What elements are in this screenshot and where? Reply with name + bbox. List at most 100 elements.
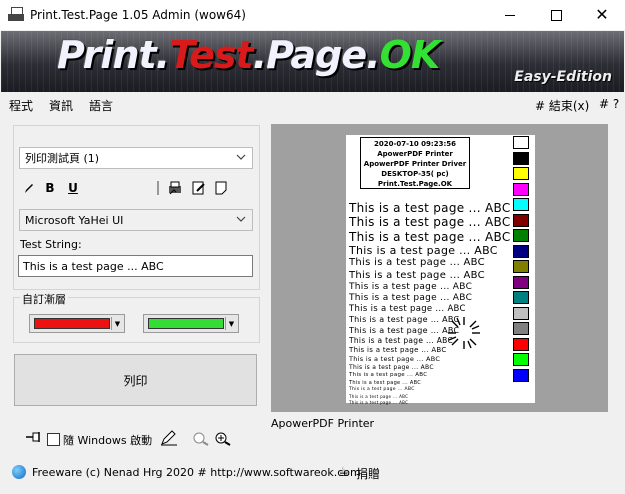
zoom-out-icon[interactable] bbox=[192, 430, 210, 448]
font-select[interactable]: Microsoft YaHei UI bbox=[19, 209, 253, 231]
toolbar-separator bbox=[157, 181, 159, 195]
underline-button[interactable]: U bbox=[67, 181, 79, 195]
preview-page: 2020-07-10 09:23:56 ApowerPDF Printer Ap… bbox=[346, 135, 535, 406]
preview-test-line: This is a test page ... ABC bbox=[349, 269, 485, 281]
preview-test-line: This is a test page ... ABC bbox=[349, 345, 447, 354]
dropdown-arrow-icon: ▼ bbox=[111, 317, 123, 330]
preview-test-line: This is a test page ... ABC bbox=[349, 215, 511, 230]
page-edit-icon[interactable] bbox=[191, 181, 207, 195]
banner-part-test: Test bbox=[169, 33, 254, 77]
preview-test-line: This is a test page ... ABC bbox=[349, 293, 473, 304]
preview-header-line: ApowerPDF Printer Driver bbox=[363, 160, 467, 168]
preview-test-line: This is a test page ... ABC bbox=[349, 304, 466, 315]
page-select-value: 列印測試頁 (1) bbox=[25, 152, 100, 165]
bold-button[interactable]: B bbox=[44, 181, 56, 195]
banner-logo: Print.Test.Page.OK bbox=[57, 33, 441, 77]
preview-test-line: This is a test page ... ABC bbox=[349, 363, 434, 371]
preview-test-line: This is a test page ... ABC bbox=[349, 387, 415, 393]
preview-color-swatch bbox=[513, 275, 529, 289]
preview-color-swatch bbox=[513, 368, 529, 382]
preview-header-line: Print.Test.Page.OK bbox=[377, 180, 453, 188]
print-preview: 2020-07-10 09:23:56 ApowerPDF Printer Ap… bbox=[271, 124, 608, 412]
page-icon[interactable] bbox=[214, 181, 228, 195]
gradient-color2-button[interactable]: ▼ bbox=[143, 314, 239, 333]
startup-label: 隨 Windows 啟動 bbox=[63, 434, 153, 447]
page-select[interactable]: 列印測試頁 (1) bbox=[19, 147, 253, 169]
maximize-icon bbox=[550, 9, 562, 21]
preview-header-line: 2020-07-10 09:23:56 bbox=[373, 140, 457, 148]
printer-name: ApowerPDF Printer bbox=[271, 417, 375, 430]
title-bar: Print.Test.Page 1.05 Admin (wow64) ✕ bbox=[0, 0, 625, 30]
menu-language[interactable]: 語言 bbox=[89, 97, 113, 114]
preview-header-box: 2020-07-10 09:23:56 ApowerPDF Printer Ap… bbox=[360, 137, 470, 189]
preview-color-swatch bbox=[513, 198, 529, 211]
banner-part-ok: OK bbox=[379, 33, 441, 77]
preview-color-swatch bbox=[513, 306, 529, 320]
test-string-label: Test String: bbox=[20, 238, 82, 251]
close-button[interactable]: ✕ bbox=[579, 0, 625, 30]
pin-icon[interactable] bbox=[25, 430, 41, 448]
preview-test-line: This is a test page ... ABC bbox=[349, 243, 498, 257]
minimize-icon bbox=[505, 14, 515, 16]
app-banner: Print.Test.Page.OK Easy-Edition bbox=[1, 31, 624, 92]
maximize-button[interactable] bbox=[533, 0, 579, 30]
menu-program[interactable]: 程式 bbox=[9, 97, 33, 114]
coffee-cup-icon[interactable]: ☕ bbox=[338, 465, 350, 480]
print-button[interactable]: 列印 bbox=[14, 354, 257, 406]
printer-app-icon bbox=[8, 7, 24, 23]
globe-icon bbox=[12, 465, 26, 479]
preview-test-line: This is a test page ... ABC bbox=[349, 229, 511, 244]
dropdown-arrow-icon: ▼ bbox=[225, 317, 237, 330]
preview-test-line: This is a test page ... ABC bbox=[349, 379, 422, 386]
banner-part-print: Print. bbox=[57, 33, 170, 77]
preview-test-line: This is a test page ... ABC bbox=[349, 335, 453, 345]
preview-color-swatch bbox=[513, 136, 529, 149]
gradient-label: 自訂漸層 bbox=[20, 291, 68, 307]
status-bar: Freeware (c) Nenad Hrg 2020 # http://www… bbox=[12, 465, 361, 479]
preview-color-swatch bbox=[513, 337, 529, 351]
zoom-in-icon[interactable] bbox=[214, 430, 232, 448]
chevron-down-icon bbox=[236, 154, 246, 160]
preview-color-swatch bbox=[513, 322, 529, 335]
gradient-color1-button[interactable]: ▼ bbox=[29, 314, 125, 333]
menu-help[interactable]: # ? bbox=[599, 97, 619, 111]
minimize-button[interactable] bbox=[487, 0, 533, 30]
menu-exit[interactable]: # 結束(x) bbox=[535, 97, 589, 114]
edit-pen-icon[interactable] bbox=[160, 430, 178, 448]
preview-color-swatch bbox=[513, 291, 529, 304]
preview-test-line: This is a test page ... ABC bbox=[349, 201, 511, 215]
preview-test-line: This is a test page ... ABC bbox=[349, 354, 441, 363]
pen-icon[interactable] bbox=[22, 181, 36, 195]
menu-bar: 程式 資訊 語言 # 結束(x) # ? bbox=[0, 93, 625, 115]
banner-part-page: .Page. bbox=[252, 33, 381, 77]
preview-header-line: ApowerPDF Printer bbox=[377, 150, 453, 158]
menu-info[interactable]: 資訊 bbox=[49, 97, 73, 114]
preview-test-line: This is a test page ... ABC bbox=[349, 325, 460, 335]
banner-subtitle: Easy-Edition bbox=[514, 69, 612, 85]
preview-test-line: This is a test page ... ABC bbox=[349, 393, 409, 399]
preview-test-line: This is a test page ... ABC bbox=[349, 400, 409, 406]
preview-color-swatch bbox=[513, 244, 529, 258]
preview-color-swatch bbox=[513, 260, 529, 273]
preview-color-swatch bbox=[513, 353, 529, 366]
preview-color-swatch bbox=[513, 229, 529, 242]
color-swatch-red bbox=[34, 318, 110, 329]
preview-header-line: DESKTOP-35( pc) bbox=[381, 170, 449, 178]
test-string-input[interactable]: This is a test page ... ABC bbox=[18, 255, 253, 277]
font-select-value: Microsoft YaHei UI bbox=[25, 213, 124, 227]
preview-test-line: This is a test page ... ABC bbox=[349, 372, 428, 378]
preview-test-line: This is a test page ... ABC bbox=[349, 281, 473, 292]
startup-checkbox[interactable] bbox=[47, 433, 60, 446]
preview-color-swatch bbox=[513, 167, 529, 180]
status-text[interactable]: Freeware (c) Nenad Hrg 2020 # http://www… bbox=[32, 466, 361, 479]
color-swatch-green bbox=[148, 318, 224, 329]
close-icon: ✕ bbox=[595, 5, 609, 24]
preview-color-swatch bbox=[513, 182, 529, 196]
window-title: Print.Test.Page 1.05 Admin (wow64) bbox=[30, 8, 246, 22]
preview-color-swatch bbox=[513, 151, 529, 165]
preview-test-line: This is a test page ... ABC bbox=[349, 257, 485, 269]
donate-link[interactable]: 捐贈 bbox=[356, 465, 380, 482]
preview-color-swatch bbox=[513, 213, 529, 227]
print-hand-icon[interactable] bbox=[167, 181, 183, 195]
chevron-down-icon bbox=[236, 216, 246, 222]
